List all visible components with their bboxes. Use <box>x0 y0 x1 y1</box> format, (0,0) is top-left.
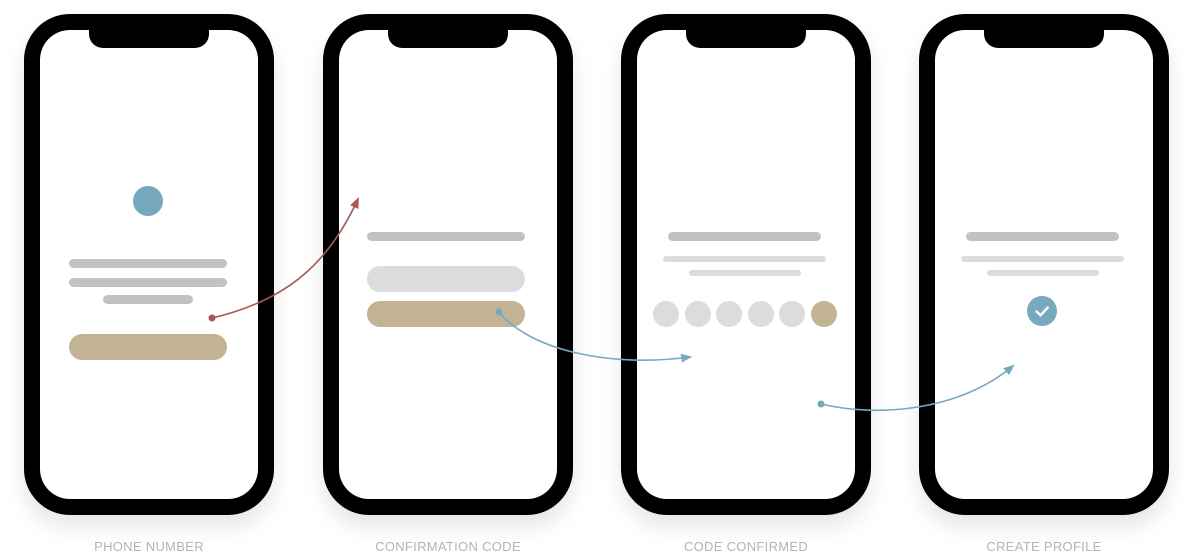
phone-frame-create-profile <box>919 14 1169 515</box>
screen-caption-create-profile: CREATE PROFILE <box>986 539 1102 554</box>
submit-code-button[interactable] <box>367 301 525 327</box>
title-placeholder-line <box>966 232 1119 241</box>
screen-caption-phone-number: PHONE NUMBER <box>94 539 204 554</box>
screen-phone-number <box>40 30 258 499</box>
phone-frame-code-confirmed <box>621 14 871 515</box>
code-digit-dot <box>653 301 679 327</box>
avatar-placeholder-icon <box>133 186 163 216</box>
text-placeholder-line <box>663 256 826 262</box>
text-placeholder-line <box>69 278 227 287</box>
text-placeholder-line <box>689 270 801 276</box>
phone-notch <box>388 30 508 48</box>
title-placeholder-line <box>367 232 525 241</box>
text-placeholder-line <box>961 256 1124 262</box>
screen-code-confirmed <box>637 30 855 499</box>
checkmark-icon <box>1027 296 1057 326</box>
phone-notch <box>686 30 806 48</box>
text-placeholder-line <box>103 295 193 304</box>
code-digit-dot <box>685 301 711 327</box>
phone-frame-phone-number <box>24 14 274 515</box>
title-placeholder-line <box>668 232 821 241</box>
screen-confirmation-code <box>339 30 557 499</box>
phone-notch <box>89 30 209 48</box>
text-placeholder-line <box>987 270 1099 276</box>
screen-create-profile <box>935 30 1153 499</box>
code-digit-dot <box>779 301 805 327</box>
title-placeholder-line <box>69 259 227 268</box>
continue-button[interactable] <box>69 334 227 360</box>
code-input-field[interactable] <box>367 266 525 292</box>
code-digit-dot-active <box>811 301 837 327</box>
screen-caption-code-confirmed: CODE CONFIRMED <box>683 539 809 554</box>
phone-frame-confirmation-code <box>323 14 573 515</box>
code-digit-dot <box>748 301 774 327</box>
phone-notch <box>984 30 1104 48</box>
screen-caption-confirmation-code: CONFIRMATION CODE <box>375 539 521 554</box>
code-digit-dot <box>716 301 742 327</box>
